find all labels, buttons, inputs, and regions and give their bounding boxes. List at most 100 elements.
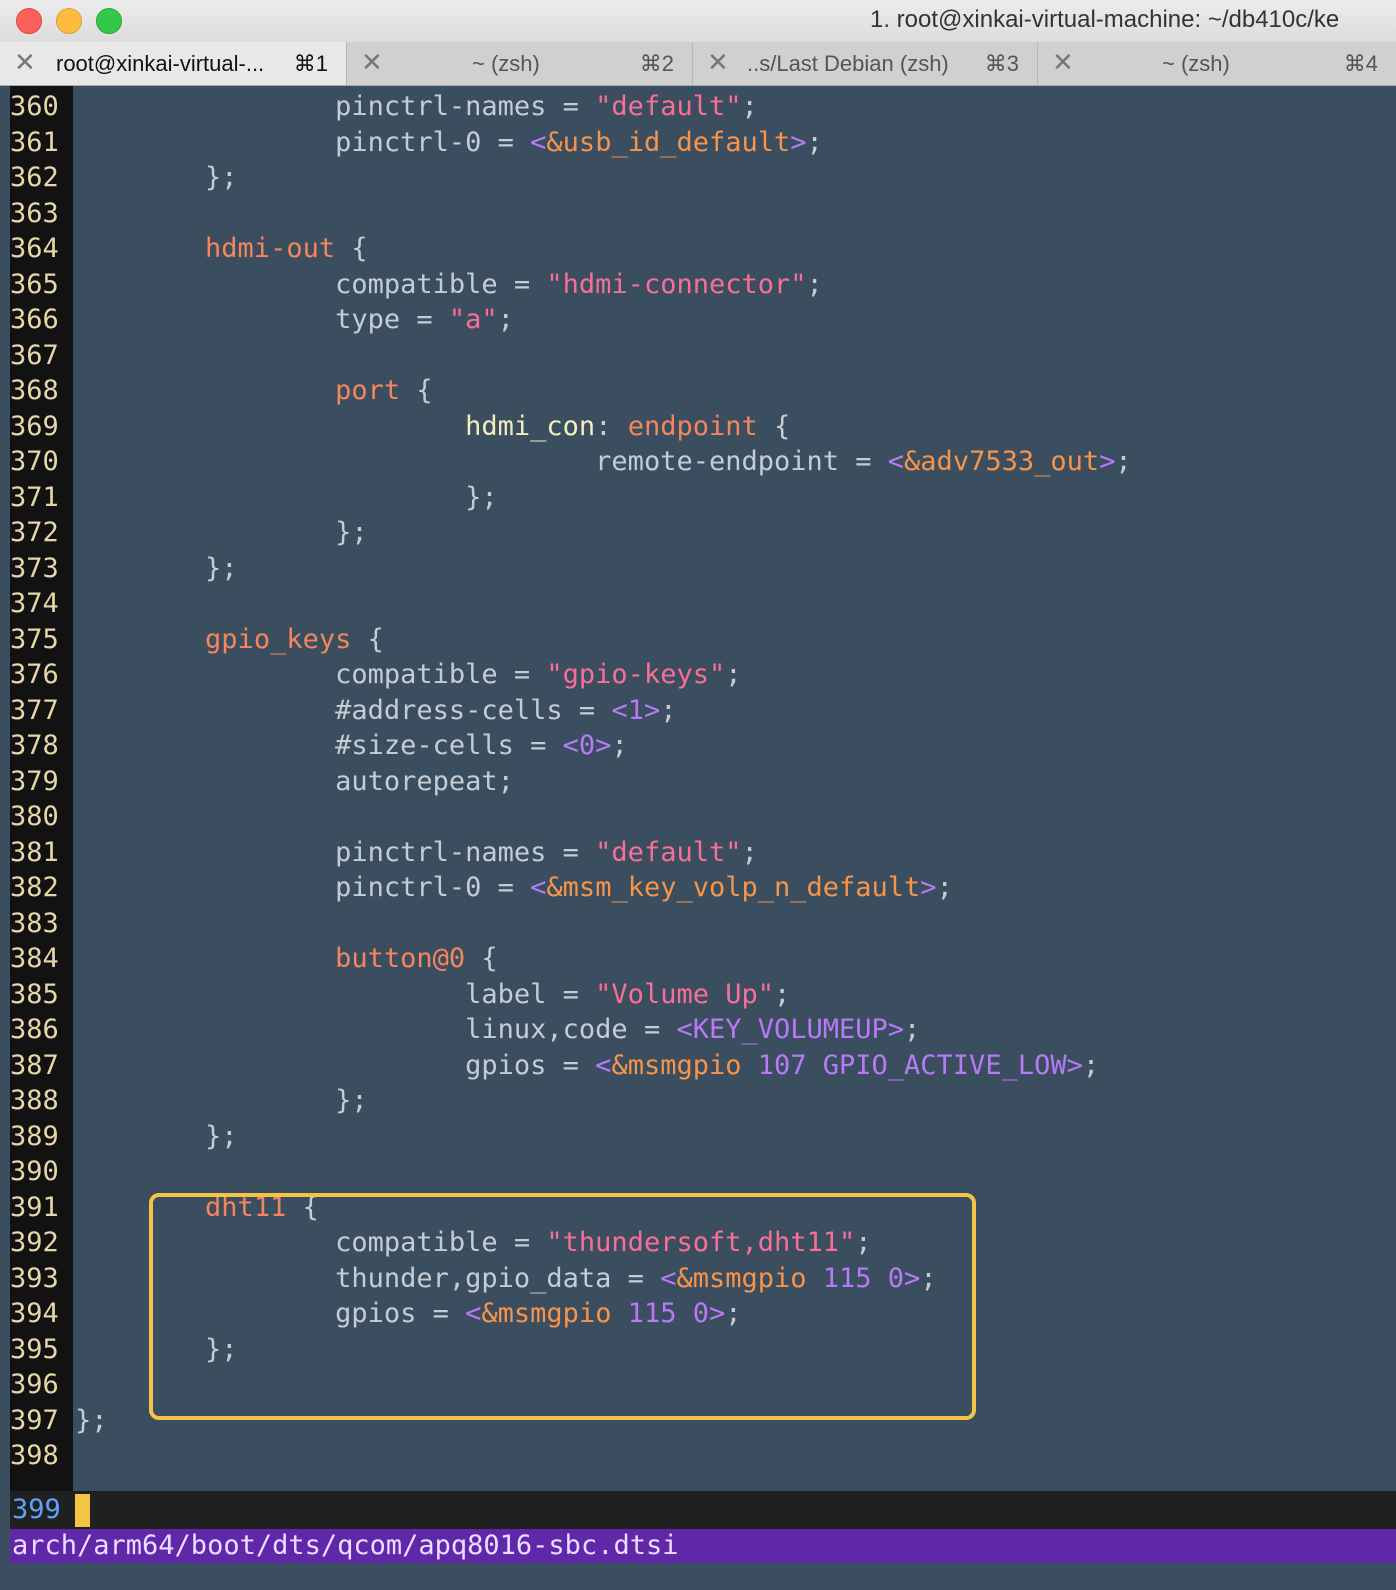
close-tab-icon[interactable]: ✕ [14, 47, 36, 78]
line-number: 396 [10, 1369, 59, 1400]
line-number: 391 [10, 1191, 59, 1223]
code-line: 380 [0, 799, 1396, 835]
tab-4[interactable]: ✕ ~ (zsh) ⌘4 [1038, 42, 1396, 85]
tab-label: root@xinkai-virtual-... [56, 51, 265, 76]
code-line: 370 remote-endpoint = <&adv7533_out>; [0, 444, 1396, 480]
text-cursor [75, 1494, 90, 1527]
code-line: 365 compatible = "hdmi-connector"; [0, 267, 1396, 303]
code-line: 377 #address-cells = <1>; [0, 693, 1396, 729]
code-text: }; [75, 1120, 238, 1152]
code-text: autorepeat; [75, 765, 514, 797]
line-number: 392 [10, 1227, 59, 1258]
close-window-button[interactable] [16, 8, 42, 34]
line-number: 367 [10, 339, 59, 371]
line-number: 362 [10, 162, 59, 193]
close-tab-icon[interactable]: ✕ [361, 47, 383, 78]
code-line: 369 hdmi_con: endpoint { [0, 409, 1396, 445]
line-number: 389 [10, 1120, 59, 1152]
current-line [10, 1491, 1396, 1529]
code-line: 371 }; [0, 480, 1396, 516]
line-number: 361 [10, 126, 59, 158]
tab-3[interactable]: ✕ ..s/Last Debian (zsh) ⌘3 [693, 42, 1038, 85]
code-line: 385 label = "Volume Up"; [0, 977, 1396, 1013]
code-text: }; [75, 481, 498, 513]
code-line: 387 gpios = <&msmgpio 107 GPIO_ACTIVE_LO… [0, 1048, 1396, 1084]
dht11-highlight-box [149, 1193, 976, 1420]
code-text: pinctrl-names = "default"; [75, 836, 758, 868]
minimize-window-button[interactable] [56, 8, 82, 34]
tab-shortcut: ⌘4 [1343, 51, 1378, 76]
line-number: 372 [10, 517, 59, 548]
code-editor[interactable]: 360 pinctrl-names = "default"; 361 pinctr… [0, 86, 1396, 1563]
line-number: 380 [10, 801, 59, 832]
current-line-number: 399 [12, 1494, 61, 1525]
code-text: remote-endpoint = <&adv7533_out>; [75, 446, 1132, 477]
line-number: 384 [10, 943, 59, 974]
code-line: 382 pinctrl-0 = <&msm_key_volp_n_default… [0, 870, 1396, 906]
line-number: 382 [10, 872, 59, 903]
line-number: 371 [10, 481, 59, 513]
line-number: 370 [10, 446, 59, 477]
line-number: 385 [10, 978, 59, 1010]
code-line: 375 gpio_keys { [0, 622, 1396, 658]
code-text: }; [75, 517, 368, 548]
code-line: 379 autorepeat; [0, 764, 1396, 800]
code-line: 373 }; [0, 551, 1396, 587]
code-line: 366 type = "a"; [0, 302, 1396, 338]
code-line: 388 }; [0, 1083, 1396, 1119]
line-number: 364 [10, 233, 59, 264]
code-text: linux,code = <KEY_VOLUMEUP>; [75, 1014, 921, 1045]
line-number: 390 [10, 1156, 59, 1187]
code-text: type = "a"; [75, 304, 514, 335]
code-line: 383 [0, 906, 1396, 942]
code-text: }; [75, 1404, 108, 1436]
code-line: 398 [0, 1438, 1396, 1474]
line-number: 377 [10, 694, 59, 726]
tab-1[interactable]: ✕ root@xinkai-virtual-... ⌘1 [0, 42, 347, 85]
line-number: 369 [10, 410, 59, 442]
code-text: pinctrl-0 = <&usb_id_default>; [75, 126, 823, 158]
code-line: 368 port { [0, 373, 1396, 409]
code-text: gpios = <&msmgpio 107 GPIO_ACTIVE_LOW>; [75, 1049, 1100, 1081]
line-number: 376 [10, 659, 59, 690]
code-text: pinctrl-0 = <&msm_key_volp_n_default>; [75, 872, 953, 903]
code-text: #size-cells = <0>; [75, 730, 628, 761]
code-line: 362 }; [0, 160, 1396, 196]
line-number: 366 [10, 304, 59, 335]
code-text: hdmi_con: endpoint { [465, 410, 791, 442]
line-number: 383 [10, 907, 59, 939]
line-number: 363 [10, 197, 59, 229]
code-text: label = "Volume Up"; [75, 978, 791, 1010]
code-line: 367 [0, 338, 1396, 374]
line-number: 393 [10, 1262, 59, 1294]
close-tab-icon[interactable]: ✕ [1052, 47, 1074, 78]
tab-label: ~ (zsh) [472, 51, 540, 76]
code-line: 364 hdmi-out { [0, 231, 1396, 267]
line-number: 395 [10, 1333, 59, 1365]
tab-bar: ✕ root@xinkai-virtual-... ⌘1 ✕ ~ (zsh) ⌘… [0, 42, 1396, 86]
code-line: 386 linux,code = <KEY_VOLUMEUP>; [0, 1012, 1396, 1048]
code-line: 378 #size-cells = <0>; [0, 728, 1396, 764]
code-text: hdmi-out { [205, 233, 368, 264]
code-line: 390 [0, 1154, 1396, 1190]
tab-label: ~ (zsh) [1162, 51, 1230, 76]
line-number: 387 [10, 1049, 59, 1081]
code-line: 384 button@0 { [0, 941, 1396, 977]
code-line: 361 pinctrl-0 = <&usb_id_default>; [0, 125, 1396, 161]
tab-shortcut: ⌘3 [984, 51, 1019, 76]
code-line: 389 }; [0, 1119, 1396, 1155]
code-line: 363 [0, 196, 1396, 232]
line-number: 374 [10, 588, 59, 619]
line-number: 388 [10, 1085, 59, 1116]
status-bar-filename: arch/arm64/boot/dts/qcom/apq8016-sbc.dts… [10, 1529, 1396, 1563]
code-line: 374 [0, 586, 1396, 622]
code-text: gpio_keys { [205, 623, 384, 655]
line-number: 375 [10, 623, 59, 655]
title-bar: 1. root@xinkai-virtual-machine: ~/db410c… [0, 0, 1396, 42]
close-tab-icon[interactable]: ✕ [707, 47, 729, 78]
tab-2[interactable]: ✕ ~ (zsh) ⌘2 [347, 42, 693, 85]
zoom-window-button[interactable] [96, 8, 122, 34]
line-number: 398 [10, 1440, 59, 1471]
code-line: 376 compatible = "gpio-keys"; [0, 657, 1396, 693]
line-number: 373 [10, 552, 59, 584]
